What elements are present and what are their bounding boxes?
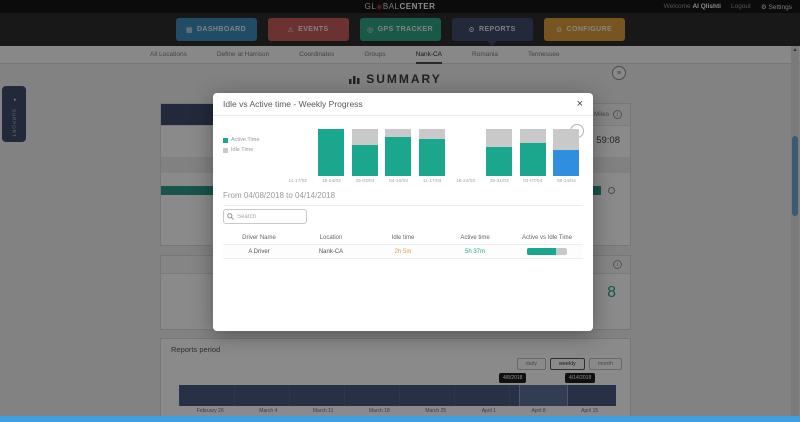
active-time-cell: 5h 37m — [439, 249, 511, 255]
column-header-idle-time: Idle time — [367, 235, 439, 241]
bar-11-17-03[interactable]: 11-17/03 — [415, 129, 449, 184]
search-box — [223, 209, 307, 224]
date-range-heading: From 04/08/2018 to 04/14/2018 — [223, 191, 583, 206]
idle-segment — [486, 129, 512, 147]
idle-time-cell: 2h 5m — [367, 249, 439, 255]
active-segment — [553, 150, 579, 176]
idle-segment — [419, 129, 445, 139]
bar-01-07-04[interactable]: 01-07/04 — [516, 129, 550, 184]
driver-name-cell: A Driver — [223, 249, 295, 255]
bar-label: 11-17/02 — [288, 179, 307, 184]
close-icon[interactable]: × — [577, 99, 583, 110]
legend-item-idle-time: Idle Time — [223, 147, 259, 153]
column-header-location: Location — [295, 235, 367, 241]
bar-25-03-03[interactable]: 25-03/03 — [348, 129, 382, 184]
bar-25-31-03[interactable]: 25-31/03 — [482, 129, 516, 184]
legend-swatch — [223, 148, 228, 153]
table-row[interactable]: A DriverNank-CA2h 5m5h 37m — [223, 244, 583, 259]
column-header-driver-name: Driver Name — [223, 235, 295, 241]
active-fill — [527, 248, 556, 255]
bar-label: 04-10/03 — [389, 179, 408, 184]
idle-segment — [385, 129, 411, 137]
bar-label: 25-31/03 — [490, 179, 509, 184]
bar-label: 11-17/03 — [423, 179, 442, 184]
bar-04-10-03[interactable]: 04-10/03 — [382, 129, 416, 184]
idle-segment — [520, 129, 546, 143]
bar-label: 18-24/02 — [322, 179, 341, 184]
active-segment — [385, 137, 411, 176]
bar-18-24-03[interactable]: 18-24/03 — [449, 129, 483, 184]
bar-label: 08-14/04 — [557, 179, 576, 184]
column-header-active-time: Active time — [439, 235, 511, 241]
ratio-cell — [511, 248, 583, 255]
modal-header: Idle vs Active time - Weekly Progress × — [213, 93, 593, 116]
stacked-bar — [486, 129, 512, 176]
bar-18-24-02[interactable]: 18-24/02 — [315, 129, 349, 184]
chart-legend: Active Time Idle Time — [223, 137, 259, 153]
bar-label: 25-03/03 — [355, 179, 374, 184]
active-vs-idle-bar — [527, 248, 567, 255]
ratio-bar-wrap — [511, 248, 583, 255]
app-root: GL◉BALCENTER Welcome Al Qlishti Logout ⚙… — [0, 0, 800, 422]
stacked-bar — [520, 129, 546, 176]
search-input[interactable] — [237, 214, 301, 220]
modal-title: Idle vs Active time - Weekly Progress — [223, 99, 363, 109]
stacked-bar — [318, 129, 344, 176]
idle-vs-active-modal: Idle vs Active time - Weekly Progress × … — [213, 93, 593, 331]
weekly-progress-chart: Active Time Idle Time 11-17/02 18-24/02 25-… — [221, 129, 583, 189]
bar-label: 01-07/04 — [523, 179, 542, 184]
stacked-bar — [385, 129, 411, 176]
column-header-active-vs-idle-time: Active vs Idle Time — [511, 235, 583, 241]
chart-bars: 11-17/02 18-24/02 25-03/03 04-10/03 11-17/03… — [281, 129, 583, 184]
legend-label: Idle Time — [231, 147, 253, 153]
bar-08-14-04[interactable]: 08-14/04 — [550, 129, 584, 184]
bar-label: 18-24/03 — [456, 179, 475, 184]
location-cell: Nank-CA — [295, 249, 367, 255]
table-body: A DriverNank-CA2h 5m5h 37m — [223, 244, 583, 259]
stacked-bar — [352, 129, 378, 176]
horizontal-scrollbar[interactable] — [0, 416, 800, 422]
active-segment — [352, 145, 378, 176]
drivers-table: Driver NameLocationIdle timeActive timeA… — [223, 231, 583, 259]
search-icon — [227, 213, 234, 220]
active-segment — [520, 143, 546, 176]
table-header-row: Driver NameLocationIdle timeActive timeA… — [223, 231, 583, 244]
active-segment — [318, 129, 344, 176]
idle-segment — [352, 129, 378, 145]
bar-11-17-02[interactable]: 11-17/02 — [281, 129, 315, 184]
legend-swatch — [223, 138, 228, 143]
active-segment — [419, 139, 445, 176]
stacked-bar — [553, 129, 579, 176]
legend-label: Active Time — [231, 137, 259, 143]
active-segment — [486, 147, 512, 176]
stacked-bar — [419, 129, 445, 176]
legend-item-active-time: Active Time — [223, 137, 259, 143]
idle-segment — [553, 129, 579, 150]
